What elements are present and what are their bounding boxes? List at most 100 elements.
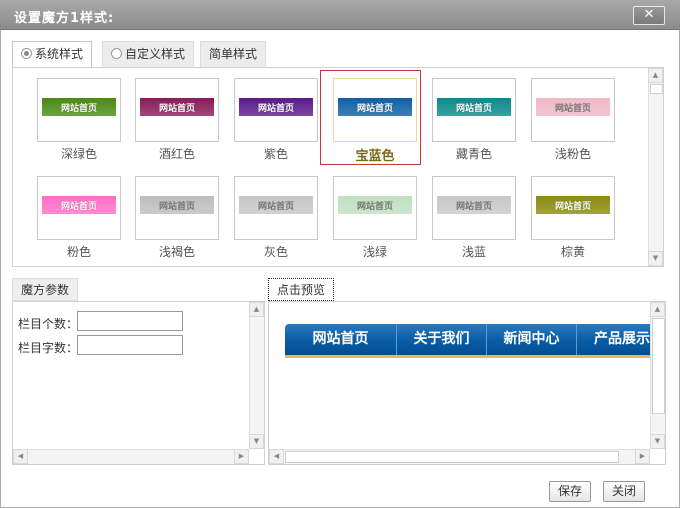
style-thumbnail: 网站首页 <box>531 176 615 240</box>
tab-label: 简单样式 <box>209 47 258 61</box>
style-thumbnail: 网站首页 <box>432 176 516 240</box>
style-swatch: 网站首页 <box>239 196 313 214</box>
style-label: 紫色 <box>263 147 288 161</box>
close-icon: ✕ <box>643 7 655 22</box>
style-option[interactable]: 网站首页 浅粉色 <box>527 78 627 164</box>
scroll-left-icon[interactable]: ◀ <box>269 449 284 464</box>
column-chars-input[interactable] <box>77 335 183 355</box>
style-option[interactable]: 网站首页 藏青色 <box>428 78 528 164</box>
scroll-thumb[interactable] <box>285 451 619 463</box>
dialog-title: 设置魔方1样式: <box>14 11 115 26</box>
gallery-scrollbar[interactable]: ▲ ▼ <box>648 68 663 266</box>
tab-custom-styles[interactable]: 自定义样式 <box>102 41 195 67</box>
style-thumbnail: 网站首页 <box>333 176 417 240</box>
tab-simple-styles[interactable]: 简单样式 <box>200 41 267 67</box>
style-thumbnail: 网站首页 <box>135 78 219 142</box>
style-thumbnail: 网站首页 <box>234 78 318 142</box>
nav-item-news: 新闻中心 <box>487 324 577 355</box>
style-label: 藏青色 <box>455 147 492 161</box>
style-option[interactable]: 网站首页 浅蓝 <box>428 176 528 262</box>
style-label: 棕黄 <box>560 245 585 259</box>
params-vscroll[interactable]: ▲ ▼ <box>249 302 264 449</box>
dialog-titlebar: 设置魔方1样式: ✕ <box>0 0 680 30</box>
save-button[interactable]: 保存 <box>549 481 592 502</box>
nav-item-about: 关于我们 <box>397 324 487 355</box>
column-count-label: 栏目个数： <box>18 317 79 331</box>
column-chars-label: 栏目字数： <box>18 341 79 355</box>
radio-icon <box>21 48 32 59</box>
preview-pane: 网站首页 关于我们 新闻中心 产品展示 ▲ ▼ ◀ ▶ <box>268 301 666 465</box>
scroll-up-icon[interactable]: ▲ <box>648 68 663 83</box>
tab-label: 点击预览 <box>277 283 326 297</box>
style-label: 灰色 <box>263 245 288 259</box>
swatch-text: 网站首页 <box>158 103 195 114</box>
style-swatch: 网站首页 <box>437 196 511 214</box>
swatch-text: 网站首页 <box>455 201 492 212</box>
style-label: 深绿色 <box>60 147 97 161</box>
style-swatch: 网站首页 <box>536 98 610 116</box>
swatch-text: 网站首页 <box>158 201 195 212</box>
selected-style-frame <box>320 70 421 165</box>
scroll-thumb[interactable] <box>652 318 665 414</box>
swatch-text: 网站首页 <box>356 201 393 212</box>
style-thumbnail: 网站首页 <box>234 176 318 240</box>
style-swatch: 网站首页 <box>338 196 412 214</box>
style-option[interactable]: 网站首页 棕黄 <box>527 176 627 262</box>
scroll-thumb[interactable] <box>650 84 663 94</box>
scroll-right-icon[interactable]: ▶ <box>635 449 650 464</box>
scroll-right-icon[interactable]: ▶ <box>234 449 249 464</box>
tab-params[interactable]: 魔方参数 <box>12 278 79 301</box>
preview-hscroll[interactable]: ◀ ▶ <box>269 449 650 464</box>
style-thumbnail: 网站首页 <box>432 78 516 142</box>
style-thumbnail: 网站首页 <box>531 78 615 142</box>
swatch-text: 网站首页 <box>257 201 294 212</box>
tab-label: 魔方参数 <box>21 283 70 297</box>
swatch-text: 网站首页 <box>257 103 294 114</box>
params-panel: 栏目个数： 栏目字数： ▲ ▼ ◀ ▶ <box>12 301 265 465</box>
style-option[interactable]: 网站首页 浅绿 <box>329 176 429 262</box>
style-option[interactable]: 网站首页 浅褐色 <box>131 176 231 262</box>
nav-item-products: 产品展示 <box>594 331 650 347</box>
style-swatch: 网站首页 <box>239 98 313 116</box>
style-option[interactable]: 网站首页 灰色 <box>230 176 330 262</box>
scroll-up-icon[interactable]: ▲ <box>249 302 264 317</box>
tab-label: 系统样式 <box>35 47 84 61</box>
scroll-down-icon[interactable]: ▼ <box>249 434 264 449</box>
scroll-down-icon[interactable]: ▼ <box>650 434 665 449</box>
swatch-text: 网站首页 <box>60 201 97 212</box>
style-option[interactable]: 网站首页 深绿色 <box>33 78 133 164</box>
swatch-text: 网站首页 <box>455 103 492 114</box>
style-label: 浅粉色 <box>554 147 591 161</box>
scroll-up-icon[interactable]: ▲ <box>650 302 665 317</box>
style-swatch: 网站首页 <box>140 98 214 116</box>
swatch-text: 网站首页 <box>554 201 591 212</box>
swatch-text: 网站首页 <box>554 103 591 114</box>
scroll-down-icon[interactable]: ▼ <box>648 251 663 266</box>
preview-nav-bar: 网站首页 关于我们 新闻中心 产品展示 <box>285 324 651 358</box>
style-thumbnail: 网站首页 <box>37 78 121 142</box>
style-label: 粉色 <box>66 245 91 259</box>
style-option[interactable]: 网站首页 酒红色 <box>131 78 231 164</box>
style-label: 浅蓝 <box>461 245 486 259</box>
radio-icon <box>111 48 122 59</box>
style-label: 浅绿 <box>362 245 387 259</box>
preview-vscroll[interactable]: ▲ ▼ <box>650 302 665 449</box>
style-swatch: 网站首页 <box>42 196 116 214</box>
style-label: 浅褐色 <box>158 245 195 259</box>
close-dialog-button[interactable]: 关闭 <box>603 481 646 502</box>
column-count-input[interactable] <box>77 311 183 331</box>
style-thumbnail: 网站首页 <box>135 176 219 240</box>
params-hscroll[interactable]: ◀ ▶ <box>13 449 249 464</box>
style-swatch: 网站首页 <box>140 196 214 214</box>
scroll-left-icon[interactable]: ◀ <box>13 449 28 464</box>
preview-button[interactable]: 点击预览 <box>268 278 335 301</box>
style-option[interactable]: 网站首页 紫色 <box>230 78 330 164</box>
style-swatch: 网站首页 <box>42 98 116 116</box>
style-swatch: 网站首页 <box>536 196 610 214</box>
style-option[interactable]: 网站首页 粉色 <box>33 176 133 262</box>
tab-system-styles[interactable]: 系统样式 <box>12 41 93 68</box>
tab-label: 自定义样式 <box>125 47 186 61</box>
nav-item-home: 网站首页 <box>285 324 397 355</box>
close-button[interactable]: ✕ <box>633 6 665 25</box>
style-swatch: 网站首页 <box>437 98 511 116</box>
